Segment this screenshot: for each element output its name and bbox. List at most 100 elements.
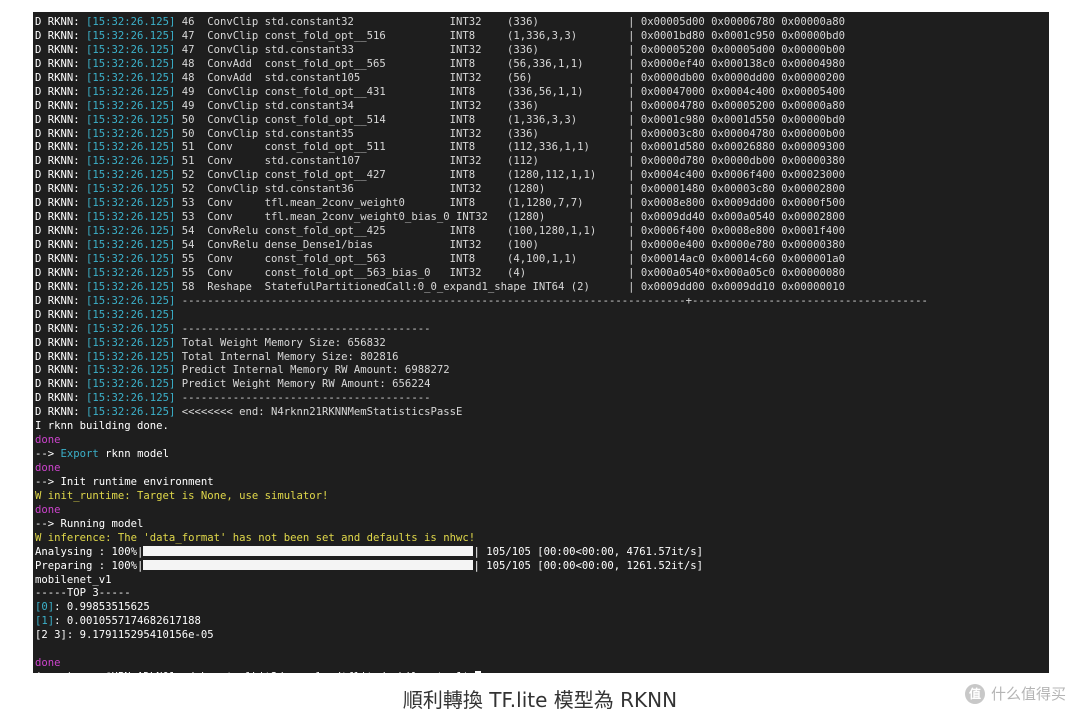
log-timestamp: [15:32:26.125] bbox=[86, 378, 176, 391]
log-prefix: D RKNN: bbox=[35, 280, 87, 293]
log-memory-line: D RKNN: [15:32:26.125] Total Weight Memo… bbox=[35, 337, 1049, 351]
log-table-row: D RKNN: [15:32:26.125] 48 ConvAdd const_… bbox=[35, 58, 1049, 72]
log-prefix: D RKNN: bbox=[35, 252, 87, 265]
log-table-row: D RKNN: [15:32:26.125] 47 ConvClip std.c… bbox=[35, 44, 1049, 58]
log-text: 47 ConvClip const_fold_opt__516 INT8 (1,… bbox=[175, 29, 846, 42]
done-line: done bbox=[35, 657, 1049, 671]
log-timestamp: [15:32:26.125] bbox=[86, 364, 176, 377]
log-timestamp: [15:32:26.125] bbox=[86, 225, 176, 238]
export-line: --> Export rknn model bbox=[35, 448, 1049, 462]
log-text: Predict Internal Memory RW Amount: 69882… bbox=[175, 364, 450, 377]
done-text: done bbox=[35, 434, 61, 447]
terminal-window[interactable]: D RKNN: [15:32:26.125] 46 ConvClip std.c… bbox=[33, 12, 1049, 673]
top-result-index: [0] bbox=[35, 601, 55, 614]
log-table-row: D RKNN: [15:32:26.125] 49 ConvClip std.c… bbox=[35, 100, 1049, 114]
progress-stats: | 105/105 [00:00<00:00, 4761.57it/s] bbox=[473, 545, 704, 558]
log-table-row: D RKNN: [15:32:26.125] 52 ConvClip const… bbox=[35, 169, 1049, 183]
text-cursor bbox=[475, 671, 482, 673]
log-timestamp: [15:32:26.125] bbox=[86, 169, 176, 182]
warning-text: W init_runtime: Target is None, use simu… bbox=[35, 489, 329, 502]
log-timestamp: [15:32:26.125] bbox=[86, 29, 176, 42]
log-table-row: D RKNN: [15:32:26.125] 51 Conv const_fol… bbox=[35, 141, 1049, 155]
running-line: --> Running model bbox=[35, 518, 1049, 532]
export-keyword: Export bbox=[60, 448, 99, 461]
log-prefix: D RKNN: bbox=[35, 183, 87, 196]
done-text: done bbox=[35, 503, 61, 516]
log-text: 53 Conv tfl.mean_2conv_weight0 INT8 (1,1… bbox=[175, 197, 846, 210]
log-prefix: D RKNN: bbox=[35, 225, 87, 238]
log-timestamp: [15:32:26.125] bbox=[86, 392, 176, 405]
log-prefix: D RKNN: bbox=[35, 141, 87, 154]
log-line: D RKNN: [15:32:26.125] bbox=[35, 309, 1049, 323]
build-done-line: I rknn building done. bbox=[35, 420, 1049, 434]
top-header: -----TOP 3----- bbox=[35, 587, 131, 600]
log-text: 51 Conv const_fold_opt__511 INT8 (112,33… bbox=[175, 141, 846, 154]
done-line: done bbox=[35, 504, 1049, 518]
log-table-row: D RKNN: [15:32:26.125] 48 ConvAdd std.co… bbox=[35, 72, 1049, 86]
top-result-line: [1]: 0.0010557174682617188 bbox=[35, 615, 1049, 629]
model-name: mobilenet_v1 bbox=[35, 573, 112, 586]
log-table-row: D RKNN: [15:32:26.125] 46 ConvClip std.c… bbox=[35, 16, 1049, 30]
arrow-glyph: --> bbox=[35, 448, 61, 461]
log-prefix: D RKNN: bbox=[35, 308, 87, 321]
prompt-line[interactable]: (venv) user@UPN-ADLN01:~/rknn-toolkit2/e… bbox=[35, 671, 1049, 673]
analysing-progress-line: Analysing : 100%| | 105/105 [00:00<00:00,… bbox=[35, 545, 1049, 560]
log-text: --------------------------------------- bbox=[175, 392, 431, 405]
log-text: 55 Conv const_fold_opt__563 INT8 (4,100,… bbox=[175, 252, 846, 265]
log-timestamp: [15:32:26.125] bbox=[86, 280, 176, 293]
log-text: 54 ConvRelu dense_Dense1/bias INT32 (100… bbox=[175, 239, 846, 251]
log-memory-line: D RKNN: [15:32:26.125] Predict Internal … bbox=[35, 364, 1049, 378]
log-text: 55 Conv const_fold_opt__563_bias_0 INT32… bbox=[175, 266, 846, 279]
terminal-output: D RKNN: [15:32:26.125] 46 ConvClip std.c… bbox=[35, 16, 1049, 673]
log-timestamp: [15:32:26.125] bbox=[86, 71, 176, 84]
log-prefix: D RKNN: bbox=[35, 350, 87, 363]
log-text: 54 ConvRelu const_fold_opt__425 INT8 (10… bbox=[175, 225, 846, 238]
log-timestamp: [15:32:26.125] bbox=[86, 322, 176, 335]
log-text: Total Internal Memory Size: 802816 bbox=[175, 350, 399, 363]
log-separator: D RKNN: [15:32:26.125] -----------------… bbox=[35, 392, 1049, 406]
log-prefix: D RKNN: bbox=[35, 294, 87, 307]
watermark: 值 什么值得买 bbox=[964, 683, 1066, 704]
log-table-row: D RKNN: [15:32:26.125] 53 Conv tfl.mean_… bbox=[35, 197, 1049, 211]
log-timestamp: [15:32:26.125] bbox=[86, 252, 176, 265]
log-text: 48 ConvAdd std.constant105 INT32 (56) | … bbox=[175, 71, 846, 84]
image-caption: 順利轉換 TF.lite 模型為 RKNN bbox=[402, 688, 678, 712]
progress-bar bbox=[143, 559, 474, 571]
warning-text: W inference: The 'data_format' has not b… bbox=[35, 531, 476, 544]
log-text: I rknn building done. bbox=[35, 420, 169, 433]
log-text: 47 ConvClip std.constant33 INT32 (336) |… bbox=[175, 43, 846, 56]
watermark-logo-icon: 值 bbox=[964, 683, 985, 704]
log-prefix: D RKNN: bbox=[35, 155, 87, 168]
warning-line: W init_runtime: Target is None, use simu… bbox=[35, 490, 1049, 504]
log-prefix: D RKNN: bbox=[35, 169, 87, 182]
top-result-index: [1] bbox=[35, 615, 55, 628]
log-timestamp: [15:32:26.125] bbox=[86, 57, 176, 70]
log-timestamp: [15:32:26.125] bbox=[86, 127, 176, 140]
log-timestamp: [15:32:26.125] bbox=[86, 43, 176, 56]
arrow-glyph: --> bbox=[35, 475, 61, 488]
log-timestamp: [15:32:26.125] bbox=[86, 155, 176, 168]
log-memory-line: D RKNN: [15:32:26.125] Predict Weight Me… bbox=[35, 378, 1049, 392]
model-name-line: mobilenet_v1 bbox=[35, 574, 1049, 588]
log-text: 50 ConvClip std.constant35 INT32 (336) |… bbox=[175, 127, 846, 140]
log-prefix: D RKNN: bbox=[35, 85, 87, 98]
done-text: done bbox=[35, 657, 61, 670]
log-timestamp: [15:32:26.125] bbox=[86, 336, 176, 349]
log-table-row: D RKNN: [15:32:26.125] 53 Conv tfl.mean_… bbox=[35, 211, 1049, 225]
log-table-row: D RKNN: [15:32:26.125] 50 ConvClip std.c… bbox=[35, 128, 1049, 142]
log-text: Init runtime environment bbox=[60, 475, 214, 488]
top-result-line: [0]: 0.99853515625 bbox=[35, 601, 1049, 615]
log-prefix: D RKNN: bbox=[35, 16, 87, 28]
log-prefix: D RKNN: bbox=[35, 378, 87, 391]
log-timestamp: [15:32:26.125] bbox=[86, 85, 176, 98]
log-table-row: D RKNN: [15:32:26.125] 49 ConvClip const… bbox=[35, 86, 1049, 100]
top-result-text: [2 3]: 9.179115295410156e-05 bbox=[35, 629, 214, 642]
log-table-row: D RKNN: [15:32:26.125] 58 Reshape Statef… bbox=[35, 281, 1049, 295]
log-text: <<<<<<<< end: N4rknn21RKNNMemStatisticsP… bbox=[175, 406, 463, 419]
log-timestamp: [15:32:26.125] bbox=[86, 183, 176, 196]
init-line: --> Init runtime environment bbox=[35, 476, 1049, 490]
log-timestamp: [15:32:26.125] bbox=[86, 406, 176, 419]
log-prefix: D RKNN: bbox=[35, 322, 87, 335]
log-timestamp: [15:32:26.125] bbox=[86, 211, 176, 224]
